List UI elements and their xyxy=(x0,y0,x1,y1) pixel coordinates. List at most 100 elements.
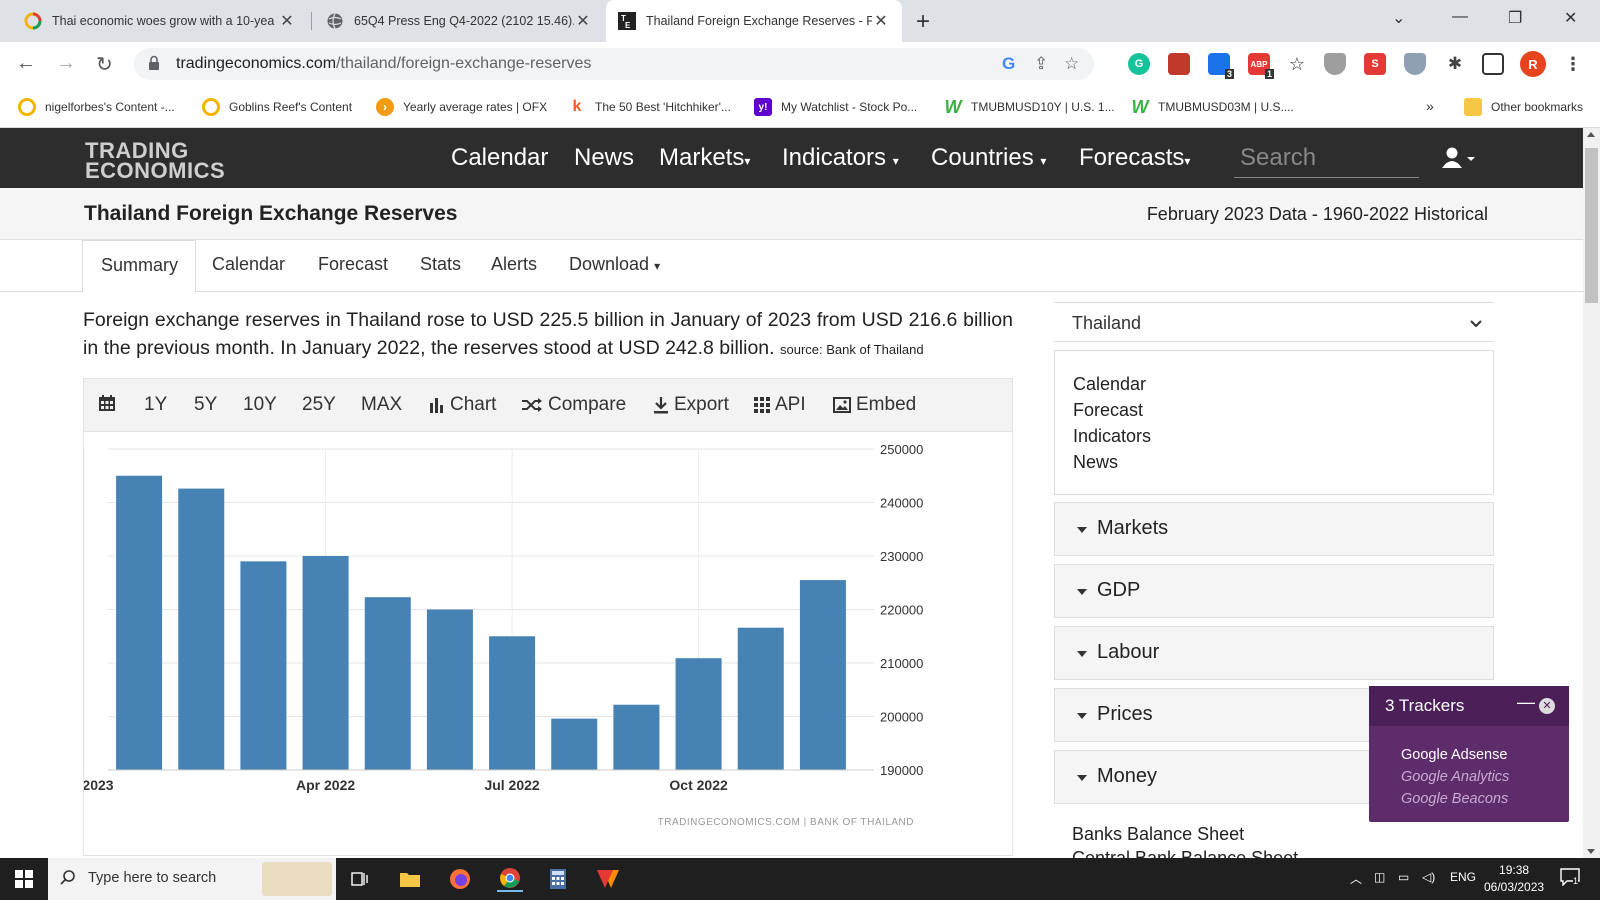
bookmark-star-icon[interactable]: ☆ xyxy=(1064,54,1079,74)
bookmark-item[interactable]: k The 50 Best 'Hitchhiker'... xyxy=(568,98,731,116)
bookmark-item[interactable]: y! My Watchlist - Stock Po... xyxy=(754,98,917,116)
close-window-icon[interactable]: ✕ xyxy=(1564,8,1577,28)
chrome-icon[interactable] xyxy=(497,866,523,892)
tab-search-chevron-icon[interactable]: ⌄ xyxy=(1392,8,1405,28)
bookmarks-overflow-button[interactable]: » xyxy=(1426,98,1434,114)
range-max-button[interactable]: MAX xyxy=(361,394,402,416)
meet-icon[interactable]: ◫ xyxy=(1374,870,1385,884)
reload-icon[interactable]: ↻ xyxy=(96,52,113,77)
notifications-icon[interactable]: 1 xyxy=(1560,868,1580,889)
quicklink-calendar[interactable]: Calendar xyxy=(1073,371,1475,397)
chart-type-button[interactable]: Chart xyxy=(429,394,496,416)
bookmark-label: Yearly average rates | OFX xyxy=(403,100,548,114)
tray-chevron-up-icon[interactable]: ︿ xyxy=(1350,870,1362,887)
s-extension-icon[interactable]: S xyxy=(1364,53,1386,75)
firefox-icon[interactable] xyxy=(447,866,473,892)
bookmark-item[interactable]: Goblins Reef's Content xyxy=(202,98,352,116)
minimize-icon[interactable]: — xyxy=(1517,692,1535,713)
other-bookmarks[interactable]: Other bookmarks xyxy=(1464,98,1583,116)
quicklink-news[interactable]: News xyxy=(1073,449,1475,475)
accordion-markets[interactable]: Markets xyxy=(1054,502,1494,556)
shield-icon[interactable] xyxy=(1324,53,1346,75)
export-button[interactable]: Export xyxy=(653,394,729,416)
tab-calendar[interactable]: Calendar xyxy=(212,254,285,275)
nav-news[interactable]: News xyxy=(574,144,634,172)
site-search-input[interactable]: Search xyxy=(1234,138,1419,178)
grammarly-icon[interactable]: G xyxy=(1128,53,1150,75)
accordion-gdp[interactable]: GDP xyxy=(1054,564,1494,618)
side-panel-icon[interactable] xyxy=(1482,53,1504,75)
taskbar-search-box[interactable]: Type here to search xyxy=(48,858,336,900)
close-icon[interactable]: ✕ xyxy=(1539,698,1555,714)
taskbar-clock[interactable]: 19:38 06/03/2023 xyxy=(1484,862,1544,896)
adblock-icon[interactable]: ABP 1 xyxy=(1248,53,1274,79)
star-extension-icon[interactable]: ☆ xyxy=(1286,53,1308,75)
google-icon[interactable]: G xyxy=(1002,54,1015,74)
restore-icon[interactable]: ❐ xyxy=(1508,8,1522,28)
forward-icon[interactable]: → xyxy=(56,52,76,75)
nav-forecasts[interactable]: Forecasts▾ xyxy=(1079,144,1190,172)
extensions-puzzle-icon[interactable]: ✱ xyxy=(1444,53,1466,75)
tab-summary[interactable]: Summary xyxy=(82,240,196,293)
calculator-icon[interactable] xyxy=(545,866,571,892)
bookmark-item[interactable]: W TMUBMUSD10Y | U.S. 1... xyxy=(944,97,1115,117)
minimize-icon[interactable]: — xyxy=(1452,8,1468,26)
browser-tab[interactable]: 65Q4 Press Eng Q4-2022 (2102 15.46).p ✕ xyxy=(314,0,604,42)
close-tab-icon[interactable]: ✕ xyxy=(574,11,592,31)
tab-alerts[interactable]: Alerts xyxy=(491,254,537,275)
back-icon[interactable]: ← xyxy=(16,52,36,75)
profile-avatar[interactable]: R xyxy=(1520,51,1546,77)
browser-tab[interactable]: Thai economic woes grow with a 10-yea ✕ xyxy=(12,0,308,42)
quicklink-forecast[interactable]: Forecast xyxy=(1073,397,1475,423)
range-10y-button[interactable]: 10Y xyxy=(243,394,277,416)
scroll-up-icon[interactable] xyxy=(1587,132,1595,137)
page-scrollbar[interactable] xyxy=(1583,128,1600,858)
bookmark-item[interactable]: W TMUBMUSD03M | U.S.... xyxy=(1131,97,1294,117)
tab-download[interactable]: Download ▾ xyxy=(569,254,660,275)
quicklink-indicators[interactable]: Indicators xyxy=(1073,423,1475,449)
viva-app-icon[interactable] xyxy=(595,866,621,892)
api-button[interactable]: API xyxy=(754,394,806,416)
calendar-icon[interactable] xyxy=(98,394,121,412)
input-language[interactable]: ENG xyxy=(1450,870,1476,884)
share-icon[interactable]: ⇪ xyxy=(1034,54,1048,74)
site-logo[interactable]: TRADING ECONOMICS xyxy=(85,140,225,182)
task-view-icon[interactable] xyxy=(347,866,373,892)
pdf-extension-icon[interactable] xyxy=(1168,53,1190,75)
country-select[interactable]: Thailand xyxy=(1054,302,1494,342)
globe-icon xyxy=(326,12,344,30)
range-5y-button[interactable]: 5Y xyxy=(194,394,217,416)
new-tab-button[interactable]: + xyxy=(916,8,930,36)
url-bar[interactable]: tradingeconomics.com/thailand/foreign-ex… xyxy=(134,48,1094,80)
windows-start-icon[interactable] xyxy=(11,866,37,892)
privacy-shield-icon[interactable] xyxy=(1404,53,1426,75)
range-1y-button[interactable]: 1Y xyxy=(144,394,167,416)
nav-countries[interactable]: Countries ▾ xyxy=(931,144,1046,172)
nav-calendar[interactable]: Calendar xyxy=(451,144,548,172)
volume-icon[interactable]: ◁) xyxy=(1422,870,1435,884)
range-25y-button[interactable]: 25Y xyxy=(302,394,336,416)
bookmark-label: TMUBMUSD03M | U.S.... xyxy=(1158,100,1294,114)
link-banks-balance-sheet[interactable]: Banks Balance Sheet xyxy=(1072,822,1298,846)
embed-button[interactable]: Embed xyxy=(833,394,916,416)
bookmark-item[interactable]: nigelforbes's Content -... xyxy=(18,98,175,116)
bookmark-item[interactable]: › Yearly average rates | OFX xyxy=(376,98,547,116)
source-link[interactable]: source: Bank of Thailand xyxy=(780,342,924,357)
tab-forecast[interactable]: Forecast xyxy=(318,254,388,275)
close-tab-icon[interactable]: ✕ xyxy=(872,11,890,31)
file-explorer-icon[interactable] xyxy=(397,866,423,892)
nav-markets[interactable]: Markets▾ xyxy=(659,144,750,172)
scrollbar-thumb[interactable] xyxy=(1585,148,1598,303)
extension-badge-icon[interactable]: 3 xyxy=(1208,53,1234,79)
nav-indicators[interactable]: Indicators ▾ xyxy=(782,144,899,172)
accordion-labour[interactable]: Labour xyxy=(1054,626,1494,680)
compare-button[interactable]: Compare xyxy=(521,394,626,416)
scroll-down-icon[interactable] xyxy=(1587,849,1595,854)
browser-menu-icon[interactable]: ⋮ xyxy=(1562,53,1584,75)
network-icon[interactable]: ▭ xyxy=(1398,870,1409,884)
close-tab-icon[interactable]: ✕ xyxy=(278,11,296,31)
user-icon[interactable] xyxy=(1442,146,1476,175)
browser-tab-active[interactable]: TE Thailand Foreign Exchange Reserves - … xyxy=(606,0,902,42)
tracker-list: Google Adsense Google Analytics Google B… xyxy=(1401,744,1509,810)
tab-stats[interactable]: Stats xyxy=(420,254,461,275)
